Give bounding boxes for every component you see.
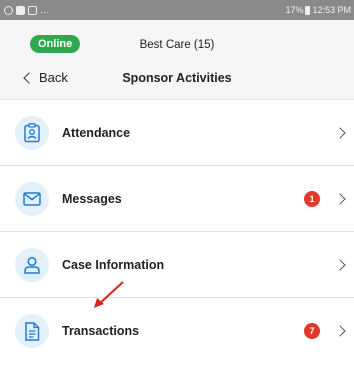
menu-item-label: Case Information [62, 257, 165, 272]
envelope-icon [15, 181, 49, 216]
more-notifications-icon: … [40, 5, 49, 15]
chevron-right-icon [334, 325, 346, 337]
menu-item-messages[interactable]: Messages 1 [0, 166, 354, 232]
page-title: Sponsor Activities [122, 71, 232, 85]
transactions-count-badge: 7 [304, 323, 320, 339]
chevron-right-icon [334, 258, 346, 271]
menu-item-attendance[interactable]: Attendance [0, 100, 354, 166]
status-right: 17% 12:53 PM [285, 5, 351, 15]
menu-item-label: Transactions [62, 324, 140, 338]
chevron-right-icon [334, 192, 346, 205]
provider-title: Best Care (15) [139, 39, 215, 51]
menu-item-label: Messages [62, 191, 122, 206]
app-header: Online Best Care (15) Back Sponsor Activ… [0, 20, 354, 100]
clock: 12:53 PM [312, 5, 351, 15]
menu-item-transactions[interactable]: Transactions 7 [0, 298, 354, 364]
id-badge-icon [15, 115, 49, 150]
unread-count-badge: 1 [304, 190, 320, 207]
activities-list: Attendance Messages 1 Case Information T… [0, 100, 354, 364]
person-icon [15, 247, 49, 282]
battery-percent: 17% [285, 5, 304, 15]
menu-item-label: Attendance [62, 125, 131, 140]
notification-box-icon [28, 5, 37, 15]
battery-icon [305, 5, 311, 15]
annotation-arrow-icon [94, 281, 124, 308]
notification-icons: … [4, 5, 49, 15]
chevron-right-icon [334, 126, 346, 139]
notification-circle-icon [4, 5, 13, 15]
status-bar: … 17% 12:53 PM [0, 0, 354, 20]
document-icon [15, 314, 49, 348]
menu-item-case-information[interactable]: Case Information [0, 232, 354, 298]
notification-image-icon [16, 5, 25, 15]
